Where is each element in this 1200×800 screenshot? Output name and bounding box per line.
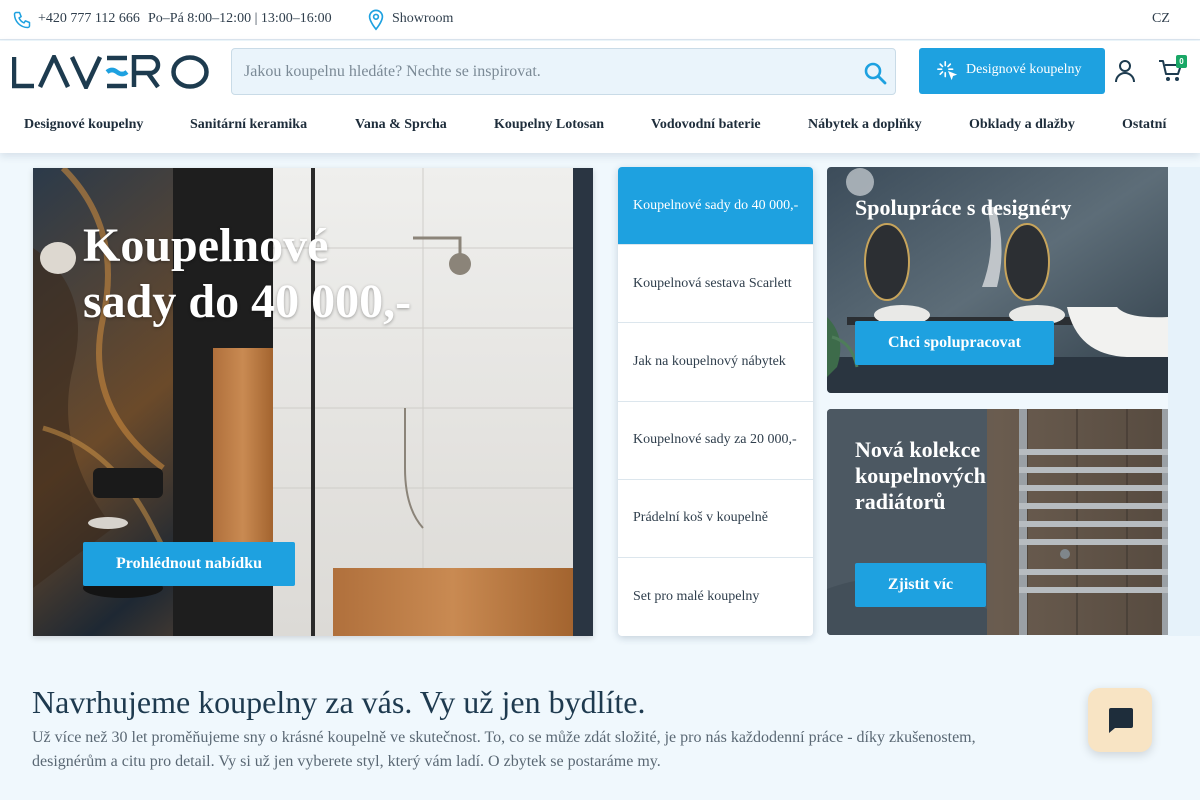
chat-icon	[1109, 708, 1133, 733]
search-box	[231, 48, 896, 95]
cart-count-badge: 0	[1176, 55, 1187, 68]
right-edge-panel	[1168, 167, 1200, 636]
learn-more-button[interactable]: Zjistit víc	[855, 563, 986, 607]
header: Designové koupelny 0 Designové koupelny …	[0, 41, 1200, 153]
menu-item-sestava-scarlett[interactable]: Koupelnová sestava Scarlett	[618, 245, 813, 324]
location-pin-icon	[368, 9, 384, 31]
menu-item-koupelnovy-nabytek[interactable]: Jak na koupelnový nábytek	[618, 323, 813, 402]
menu-item-sady-40000[interactable]: Koupelnové sady do 40 000,-	[618, 167, 813, 246]
chat-button[interactable]	[1088, 688, 1152, 752]
intro-text: Už více než 30 let proměňujeme sny o krá…	[32, 729, 976, 770]
hero-title-line-2: sady do 40 000,-	[83, 275, 412, 328]
browse-offer-button[interactable]: Prohlédnout nabídku	[83, 542, 295, 586]
nav-koupelny-lotosan[interactable]: Koupelny Lotosan	[494, 117, 604, 133]
designers-card-title: Spolupráce s designéry	[855, 195, 1072, 220]
design-bathrooms-label: Designové koupelny	[966, 62, 1082, 77]
nav-vodovodni-baterie[interactable]: Vodovodní baterie	[651, 117, 761, 133]
menu-item-male-koupelny[interactable]: Set pro malé koupelny	[618, 558, 813, 636]
radiators-card-title: Nová kolekce koupelnových radiátorů	[855, 437, 986, 514]
intro-title: Navrhujeme koupelny za vás. Vy už jen by…	[32, 684, 646, 720]
promo-menu: Koupelnové sady do 40 000,- Koupelnová s…	[618, 167, 813, 636]
design-bathrooms-button[interactable]: Designové koupelny	[919, 48, 1105, 94]
lavero-logo[interactable]	[12, 55, 210, 89]
hero-title-line-1: Koupelnové	[83, 219, 329, 272]
radiators-card[interactable]: Nová kolekce koupelnových radiátorů Zjis…	[827, 409, 1168, 635]
nav-designove-koupelny[interactable]: Designové koupelny	[24, 117, 143, 133]
showroom-link[interactable]: Showroom	[392, 11, 453, 27]
search-input[interactable]	[244, 49, 844, 94]
menu-item-pradelni-kos[interactable]: Prádelní koš v koupelně	[618, 480, 813, 558]
user-icon[interactable]	[1114, 59, 1136, 83]
nav-ostatni[interactable]: Ostatní	[1122, 117, 1166, 133]
cooperate-button[interactable]: Chci spolupracovat	[855, 321, 1054, 365]
nav-nabytek-doplnky[interactable]: Nábytek a doplňky	[808, 117, 922, 133]
nav-sanitarni-keramika[interactable]: Sanitární keramika	[190, 117, 307, 133]
main-navigation: Designové koupelny Sanitární keramika Va…	[0, 113, 1200, 141]
hero-banner[interactable]: Koupelnové sady do 40 000,- Prohlédnout …	[33, 168, 593, 636]
nav-vana-sprcha[interactable]: Vana & Sprcha	[355, 117, 447, 133]
hero-title: Koupelnové sady do 40 000,-	[83, 218, 483, 330]
nav-obklady-dlazby[interactable]: Obklady a dlažby	[969, 117, 1075, 133]
designers-card[interactable]: Spolupráce s designéry Chci spolupracova…	[827, 167, 1168, 393]
sparkle-icon	[937, 61, 958, 81]
opening-hours: Po–Pá 8:00–12:00 | 13:00–16:00	[148, 11, 332, 26]
menu-item-sady-20000[interactable]: Koupelnové sady za 20 000,-	[618, 402, 813, 480]
language-selector[interactable]: CZ	[1152, 11, 1170, 27]
top-bar: +420 777 112 666 Po–Pá 8:00–12:00 | 13:0…	[0, 0, 1200, 40]
phone-number[interactable]: +420 777 112 666	[38, 11, 140, 27]
phone-icon	[13, 11, 31, 29]
search-icon[interactable]	[863, 61, 887, 85]
